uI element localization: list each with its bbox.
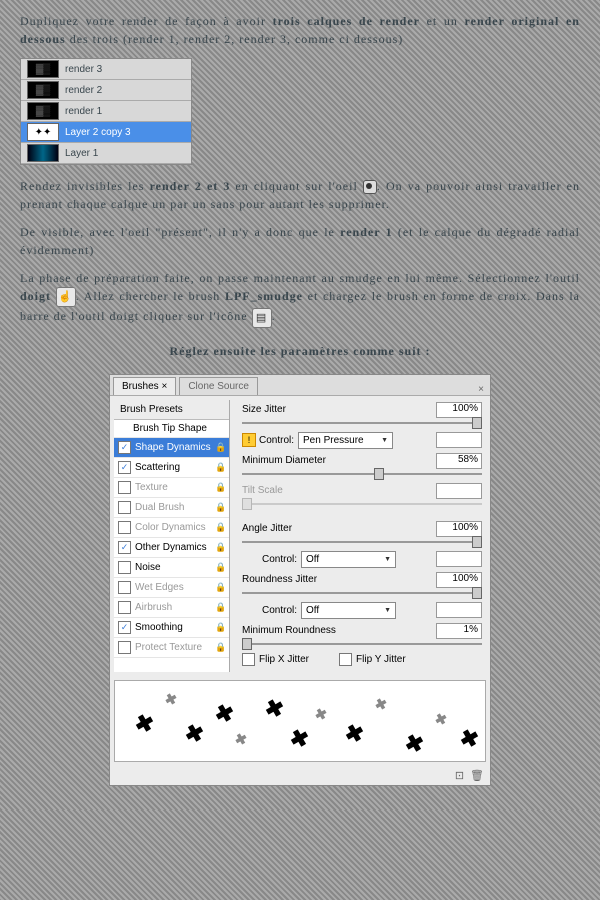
paragraph-4: La phase de préparation faite, on passe … — [20, 269, 580, 328]
lock-icon: 🔒 — [215, 542, 225, 552]
lock-icon: 🔒 — [215, 482, 225, 492]
flip-y-label: Flip Y Jitter — [356, 654, 406, 665]
eye-icon — [363, 180, 377, 194]
wet-edges[interactable]: Wet Edges🔒 — [114, 578, 229, 598]
flip-x-checkbox[interactable] — [242, 653, 255, 666]
lock-icon: 🔒 — [215, 622, 225, 632]
protect-texture[interactable]: Protect Texture🔒 — [114, 638, 229, 658]
paragraph-1: Dupliquez votre render de façon à avoir … — [20, 12, 580, 48]
angle-control-dropdown[interactable]: Off — [301, 551, 396, 568]
layer-row[interactable]: ▓▒render 3 — [21, 59, 191, 80]
lock-icon: 🔒 — [215, 582, 225, 592]
paragraph-2: Rendez invisibles les render 2 et 3 en c… — [20, 177, 580, 213]
roundness-jitter-value[interactable]: 100% — [436, 572, 482, 588]
layer-row-selected[interactable]: ✦✦Layer 2 copy 3 — [21, 122, 191, 143]
tab-clone-source[interactable]: Clone Source — [179, 377, 258, 395]
lock-icon: 🔒 — [215, 602, 225, 612]
lock-icon: 🔒 — [215, 642, 225, 652]
noise[interactable]: Noise🔒 — [114, 558, 229, 578]
new-preset-icon[interactable]: ⊡ — [455, 769, 464, 782]
shape-dynamics[interactable]: ✓Shape Dynamics🔒 — [114, 438, 229, 458]
lock-icon: 🔒 — [215, 442, 225, 452]
min-roundness-label: Minimum Roundness — [242, 625, 436, 636]
angle-jitter-value[interactable]: 100% — [436, 521, 482, 537]
close-icon[interactable]: × — [472, 384, 490, 395]
dual-brush[interactable]: Dual Brush🔒 — [114, 498, 229, 518]
min-diameter-slider[interactable] — [242, 473, 482, 475]
scattering[interactable]: ✓Scattering🔒 — [114, 458, 229, 478]
flip-y-checkbox[interactable] — [339, 653, 352, 666]
angle-jitter-label: Angle Jitter — [242, 523, 436, 534]
roundness-jitter-label: Roundness Jitter — [242, 574, 436, 585]
airbrush[interactable]: Airbrush🔒 — [114, 598, 229, 618]
control-dropdown[interactable]: Pen Pressure — [298, 432, 393, 449]
control-label: Control: — [262, 605, 297, 616]
control-label: Control: — [262, 554, 297, 565]
size-jitter-label: Size Jitter — [242, 404, 436, 415]
brush-preview: ✖✖✖✖✖✖✖✖✖✖✖✖✖ — [114, 680, 486, 762]
color-dynamics[interactable]: Color Dynamics🔒 — [114, 518, 229, 538]
smudge-tool-icon: ☝ — [56, 287, 76, 307]
warning-icon: ! — [242, 433, 256, 447]
brushes-panel: Brushes × Clone Source × Brush Presets B… — [109, 374, 491, 786]
paragraph-3: De visible, avec l'oeil "présent", il n'… — [20, 223, 580, 259]
control-label: Control: — [259, 435, 294, 446]
layer-row[interactable]: Layer 1 — [21, 143, 191, 164]
layer-row[interactable]: ▓▒render 2 — [21, 80, 191, 101]
brush-options-list: Brush Presets Brush Tip Shape ✓Shape Dyn… — [114, 400, 230, 672]
texture[interactable]: Texture🔒 — [114, 478, 229, 498]
lock-icon: 🔒 — [215, 462, 225, 472]
lock-icon: 🔒 — [215, 562, 225, 572]
other-dynamics[interactable]: ✓Other Dynamics🔒 — [114, 538, 229, 558]
layer-row[interactable]: ▓▒render 1 — [21, 101, 191, 122]
size-jitter-slider[interactable] — [242, 422, 482, 424]
min-diameter-label: Minimum Diameter — [242, 455, 436, 466]
brush-tip-shape[interactable]: Brush Tip Shape — [114, 420, 229, 438]
angle-jitter-slider[interactable] — [242, 541, 482, 543]
size-jitter-value[interactable]: 100% — [436, 402, 482, 418]
layers-panel: ▓▒render 3 ▓▒render 2 ▓▒render 1 ✦✦Layer… — [20, 58, 192, 165]
flip-x-label: Flip X Jitter — [259, 654, 309, 665]
paragraph-5: Réglez ensuite les paramètres comme suit… — [20, 342, 580, 360]
roundness-jitter-slider[interactable] — [242, 592, 482, 594]
tab-brushes[interactable]: Brushes × — [113, 377, 176, 395]
brush-presets-header[interactable]: Brush Presets — [114, 400, 229, 420]
lock-icon: 🔒 — [215, 502, 225, 512]
tilt-slider — [242, 503, 482, 505]
min-roundness-value[interactable]: 1% — [436, 623, 482, 639]
smoothing[interactable]: ✓Smoothing🔒 — [114, 618, 229, 638]
roundness-control-dropdown[interactable]: Off — [301, 602, 396, 619]
brush-options-icon: ▤ — [252, 308, 272, 328]
lock-icon: 🔒 — [215, 522, 225, 532]
trash-icon[interactable]: 🗑 — [470, 769, 484, 782]
min-roundness-slider[interactable] — [242, 643, 482, 645]
tilt-scale-label: Tilt Scale — [242, 485, 436, 496]
min-diameter-value[interactable]: 58% — [436, 453, 482, 469]
